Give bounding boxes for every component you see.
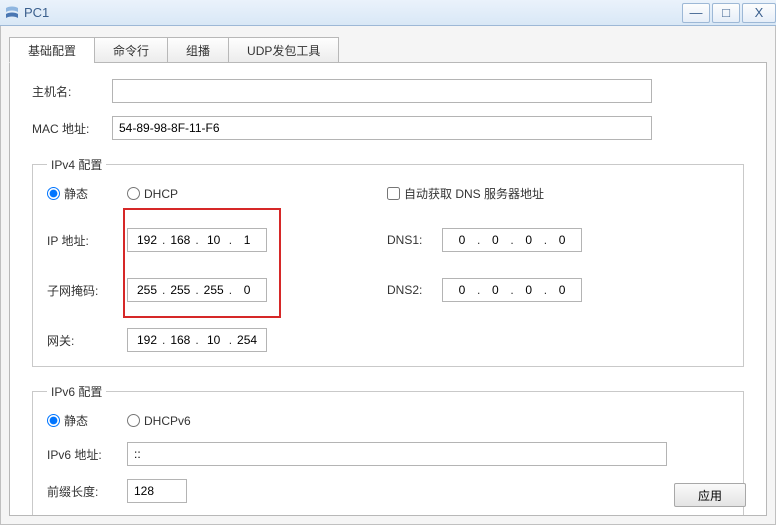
dns2-label: DNS2: bbox=[387, 283, 442, 297]
ipv6-dhcp-radio[interactable]: DHCPv6 bbox=[127, 414, 191, 428]
ip-octet[interactable] bbox=[199, 279, 229, 301]
minimize-button[interactable]: — bbox=[682, 3, 710, 23]
titlebar: PC1 — □ X bbox=[0, 0, 776, 26]
ip-octet[interactable] bbox=[480, 229, 510, 251]
ipv6-prefix-input[interactable] bbox=[127, 479, 187, 503]
mask-label: 子网掩码: bbox=[47, 282, 127, 299]
dns2-input[interactable]: . . . bbox=[442, 278, 582, 302]
ipv6-addr-input[interactable] bbox=[127, 442, 667, 466]
maximize-button[interactable]: □ bbox=[712, 3, 740, 23]
ipv4-fieldset: IPv4 配置 静态 DHCP IP bbox=[32, 156, 744, 367]
auto-dns-checkbox[interactable]: 自动获取 DNS 服务器地址 bbox=[387, 185, 544, 202]
ip-octet[interactable] bbox=[447, 229, 477, 251]
mask-input[interactable]: . . . bbox=[127, 278, 267, 302]
ip-octet[interactable] bbox=[132, 229, 162, 251]
ip-octet[interactable] bbox=[132, 279, 162, 301]
tab-multicast[interactable]: 组播 bbox=[167, 37, 229, 63]
ip-octet[interactable] bbox=[547, 279, 577, 301]
ip-octet[interactable] bbox=[514, 229, 544, 251]
tab-strip: 基础配置 命令行 组播 UDP发包工具 bbox=[9, 37, 767, 63]
hostname-input[interactable] bbox=[112, 79, 652, 103]
window-title: PC1 bbox=[24, 5, 49, 20]
ip-octet[interactable] bbox=[132, 329, 162, 351]
ipv6-addr-label: IPv6 地址: bbox=[47, 446, 127, 463]
ipv4-dhcp-label: DHCP bbox=[144, 187, 178, 201]
ipv4-legend: IPv4 配置 bbox=[47, 156, 106, 173]
ip-octet[interactable] bbox=[165, 229, 195, 251]
ipv6-dhcp-label: DHCPv6 bbox=[144, 414, 191, 428]
ipv6-fieldset: IPv6 配置 静态 DHCPv6 IPv6 地址: 前缀长度: bbox=[32, 383, 744, 516]
close-button[interactable]: X bbox=[742, 3, 776, 23]
ip-octet[interactable] bbox=[165, 329, 195, 351]
dns1-label: DNS1: bbox=[387, 233, 442, 247]
ipv6-prefix-label: 前缀长度: bbox=[47, 483, 127, 500]
auto-dns-label: 自动获取 DNS 服务器地址 bbox=[404, 185, 544, 202]
gw-label: 网关: bbox=[47, 332, 127, 349]
mac-label: MAC 地址: bbox=[32, 120, 112, 137]
ip-octet[interactable] bbox=[199, 329, 229, 351]
ip-octet[interactable] bbox=[547, 229, 577, 251]
ip-octet[interactable] bbox=[447, 279, 477, 301]
ipv6-static-radio[interactable]: 静态 bbox=[47, 412, 127, 429]
ip-octet[interactable] bbox=[199, 229, 229, 251]
ipv4-static-label: 静态 bbox=[64, 185, 88, 202]
tab-basic[interactable]: 基础配置 bbox=[9, 37, 95, 63]
apply-button[interactable]: 应用 bbox=[674, 483, 746, 507]
ip-octet[interactable] bbox=[232, 279, 262, 301]
ip-octet[interactable] bbox=[232, 329, 262, 351]
ip-input[interactable]: . . . bbox=[127, 228, 267, 252]
app-icon bbox=[4, 5, 20, 21]
dns1-input[interactable]: . . . bbox=[442, 228, 582, 252]
tab-page-basic: 主机名: MAC 地址: IPv4 配置 静态 bbox=[9, 62, 767, 516]
client-area: 基础配置 命令行 组播 UDP发包工具 主机名: MAC 地址: IPv4 配置 bbox=[0, 26, 776, 525]
tab-cmdline[interactable]: 命令行 bbox=[94, 37, 168, 63]
ip-octet[interactable] bbox=[165, 279, 195, 301]
ipv4-dhcp-radio[interactable]: DHCP bbox=[127, 187, 178, 201]
gateway-input[interactable]: . . . bbox=[127, 328, 267, 352]
ip-octet[interactable] bbox=[480, 279, 510, 301]
hostname-label: 主机名: bbox=[32, 83, 112, 100]
ipv6-legend: IPv6 配置 bbox=[47, 383, 106, 400]
mac-input[interactable] bbox=[112, 116, 652, 140]
tab-udp[interactable]: UDP发包工具 bbox=[228, 37, 339, 63]
ipv6-static-label: 静态 bbox=[64, 412, 88, 429]
ip-label: IP 地址: bbox=[47, 232, 127, 249]
ip-octet[interactable] bbox=[232, 229, 262, 251]
ipv4-static-radio[interactable]: 静态 bbox=[47, 185, 127, 202]
ip-octet[interactable] bbox=[514, 279, 544, 301]
